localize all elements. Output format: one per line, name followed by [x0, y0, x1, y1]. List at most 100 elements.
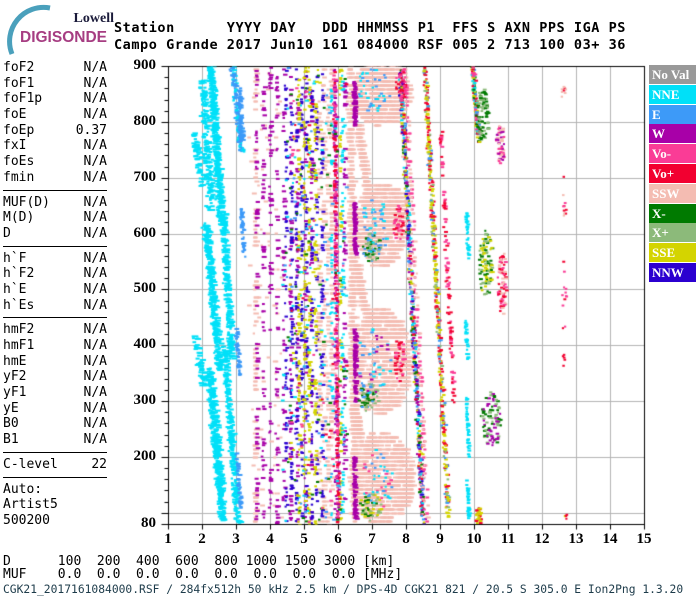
legend-item-x-: X-: [649, 203, 696, 223]
param-value: N/A: [83, 210, 107, 226]
param-row-auto: Auto:: [3, 482, 107, 498]
y-tick-label: 400: [133, 336, 157, 353]
param-label: foF1: [3, 75, 35, 91]
param-value: 22: [91, 456, 107, 472]
legend-item-sse: SSE: [649, 243, 696, 263]
x-tick-label: 3: [232, 531, 240, 547]
param-label: Auto:: [3, 481, 43, 497]
param-value: N/A: [83, 266, 107, 282]
param-row-artist5: Artist5: [3, 497, 107, 513]
param-value: N/A: [83, 353, 107, 369]
param-row-hf2: h`F2 N/A: [3, 266, 107, 282]
param-label: foF1p: [3, 91, 43, 107]
param-label: fxI: [3, 138, 27, 154]
param-label: fmin: [3, 169, 35, 185]
param-label: foF2: [3, 60, 35, 75]
x-tick-label: 8: [402, 531, 410, 547]
y-tick-label: 300: [133, 392, 157, 409]
param-row-hme: hmE N/A: [3, 354, 107, 370]
header-values-row: Campo Grande 2017 Jun10 161 084000 RSF 0…: [114, 37, 626, 53]
y-tick-label: 200: [133, 447, 157, 464]
param-value: N/A: [83, 400, 107, 416]
panel-divider: [3, 245, 107, 247]
param-row-hes: h`Es N/A: [3, 298, 107, 314]
param-value: N/A: [83, 338, 107, 353]
param-label: foEs: [3, 154, 35, 170]
x-tick-label: 15: [636, 531, 652, 547]
x-tick-label: 4: [266, 531, 274, 547]
param-label: M(D): [3, 210, 35, 226]
x-tick-label: 14: [602, 531, 618, 547]
panel-divider: [3, 317, 107, 319]
param-value: N/A: [83, 250, 107, 266]
param-label: yF2: [3, 369, 27, 385]
param-label: hmF1: [3, 338, 35, 353]
param-row-hmf1: hmF1 N/A: [3, 338, 107, 354]
param-row-fof1: foF1 N/A: [3, 76, 107, 92]
param-value: N/A: [83, 154, 107, 170]
y-tick-label: 600: [133, 224, 157, 241]
param-label: C-level: [3, 456, 58, 472]
param-row-yf2: yF2 N/A: [3, 369, 107, 385]
param-row-hmf2: hmF2 N/A: [3, 322, 107, 338]
legend-item-ssw: SSW: [649, 183, 696, 203]
param-label: B0: [3, 416, 19, 432]
param-label: h`Es: [3, 297, 35, 313]
panel-divider: [3, 451, 107, 453]
param-row-ye: yE N/A: [3, 401, 107, 417]
param-value: N/A: [83, 281, 107, 297]
param-value: 0.37: [75, 122, 107, 138]
param-value: N/A: [83, 91, 107, 107]
header-fields-row: Station YYYY DAY DDD HHMMSS P1 FFS S AXN…: [114, 20, 626, 36]
param-row-hf: h`F N/A: [3, 251, 107, 267]
param-label: hmE: [3, 353, 27, 369]
legend-item-vo+: Vo+: [649, 164, 696, 183]
y-tick-label: 700: [133, 168, 157, 185]
param-label: h`F2: [3, 266, 35, 282]
param-value: N/A: [83, 297, 107, 313]
x-tick-label: 1: [164, 531, 172, 547]
param-label: Artist5: [3, 497, 58, 513]
x-tick-label: 2: [198, 531, 206, 547]
param-row-yf1: yF1 N/A: [3, 385, 107, 401]
param-row-d: D N/A: [3, 226, 107, 242]
y-tick-label: 80: [141, 515, 156, 531]
legend-item-nne: NNE: [649, 84, 696, 104]
param-value: N/A: [83, 225, 107, 241]
param-label: yF1: [3, 385, 27, 401]
param-label: h`E: [3, 281, 27, 297]
param-row-b0: B0 N/A: [3, 416, 107, 432]
param-label: B1: [3, 432, 19, 448]
x-tick-label: 5: [300, 531, 308, 547]
x-tick-label: 11: [500, 531, 516, 547]
x-tick-label: 10: [466, 531, 482, 547]
param-row-500200: 500200: [3, 513, 107, 529]
param-row-fxi: fxI N/A: [3, 138, 107, 154]
panel-divider: [3, 189, 107, 191]
parameter-panel: foF2 N/A foF1 N/A foF1p N/A foE N/A foEp 0.37 fxI N…: [3, 60, 107, 529]
param-value: N/A: [83, 194, 107, 210]
param-row-md: M(D) N/A: [3, 210, 107, 226]
legend-item-w: W: [649, 124, 696, 144]
param-value: N/A: [83, 169, 107, 185]
param-value: N/A: [83, 432, 107, 448]
param-value: N/A: [83, 75, 107, 91]
param-row-fof1p: foF1p N/A: [3, 91, 107, 107]
param-row-b1: B1 N/A: [3, 432, 107, 448]
legend-item-nnw: NNW: [649, 263, 696, 282]
panel-divider: [3, 476, 107, 478]
param-label: yE: [3, 400, 19, 416]
param-label: foE: [3, 107, 27, 123]
logo-lowell-text: Lowell: [74, 11, 115, 26]
file-info-row: CGK21_2017161084000.RSF / 284fx512h 50 k…: [3, 583, 684, 596]
param-row-clevel: C-level 22: [3, 457, 107, 473]
param-row-fof2: foF2 N/A: [3, 60, 107, 76]
param-value: N/A: [83, 385, 107, 401]
y-tick-label: 900: [133, 57, 157, 73]
x-tick-label: 9: [436, 531, 444, 547]
param-label: foEp: [3, 122, 35, 138]
param-label: 500200: [3, 512, 50, 528]
param-label: D: [3, 225, 11, 241]
legend-item-x+: X+: [649, 223, 696, 243]
x-tick-label: 6: [334, 531, 342, 547]
